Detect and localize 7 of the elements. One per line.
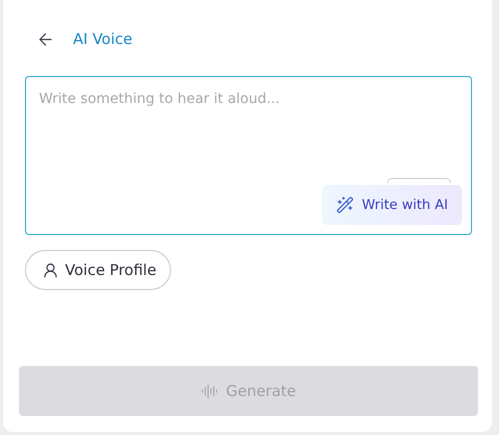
toggle-pill[interactable] <box>387 178 451 183</box>
audio-wave-icon <box>200 382 218 400</box>
voice-profile-button[interactable]: Voice Profile <box>25 250 172 290</box>
write-with-ai-button[interactable]: Write with AI <box>322 185 462 225</box>
magic-wand-icon <box>336 196 354 214</box>
user-voice-icon <box>42 262 59 278</box>
panel-title: AI Voice <box>73 30 132 48</box>
